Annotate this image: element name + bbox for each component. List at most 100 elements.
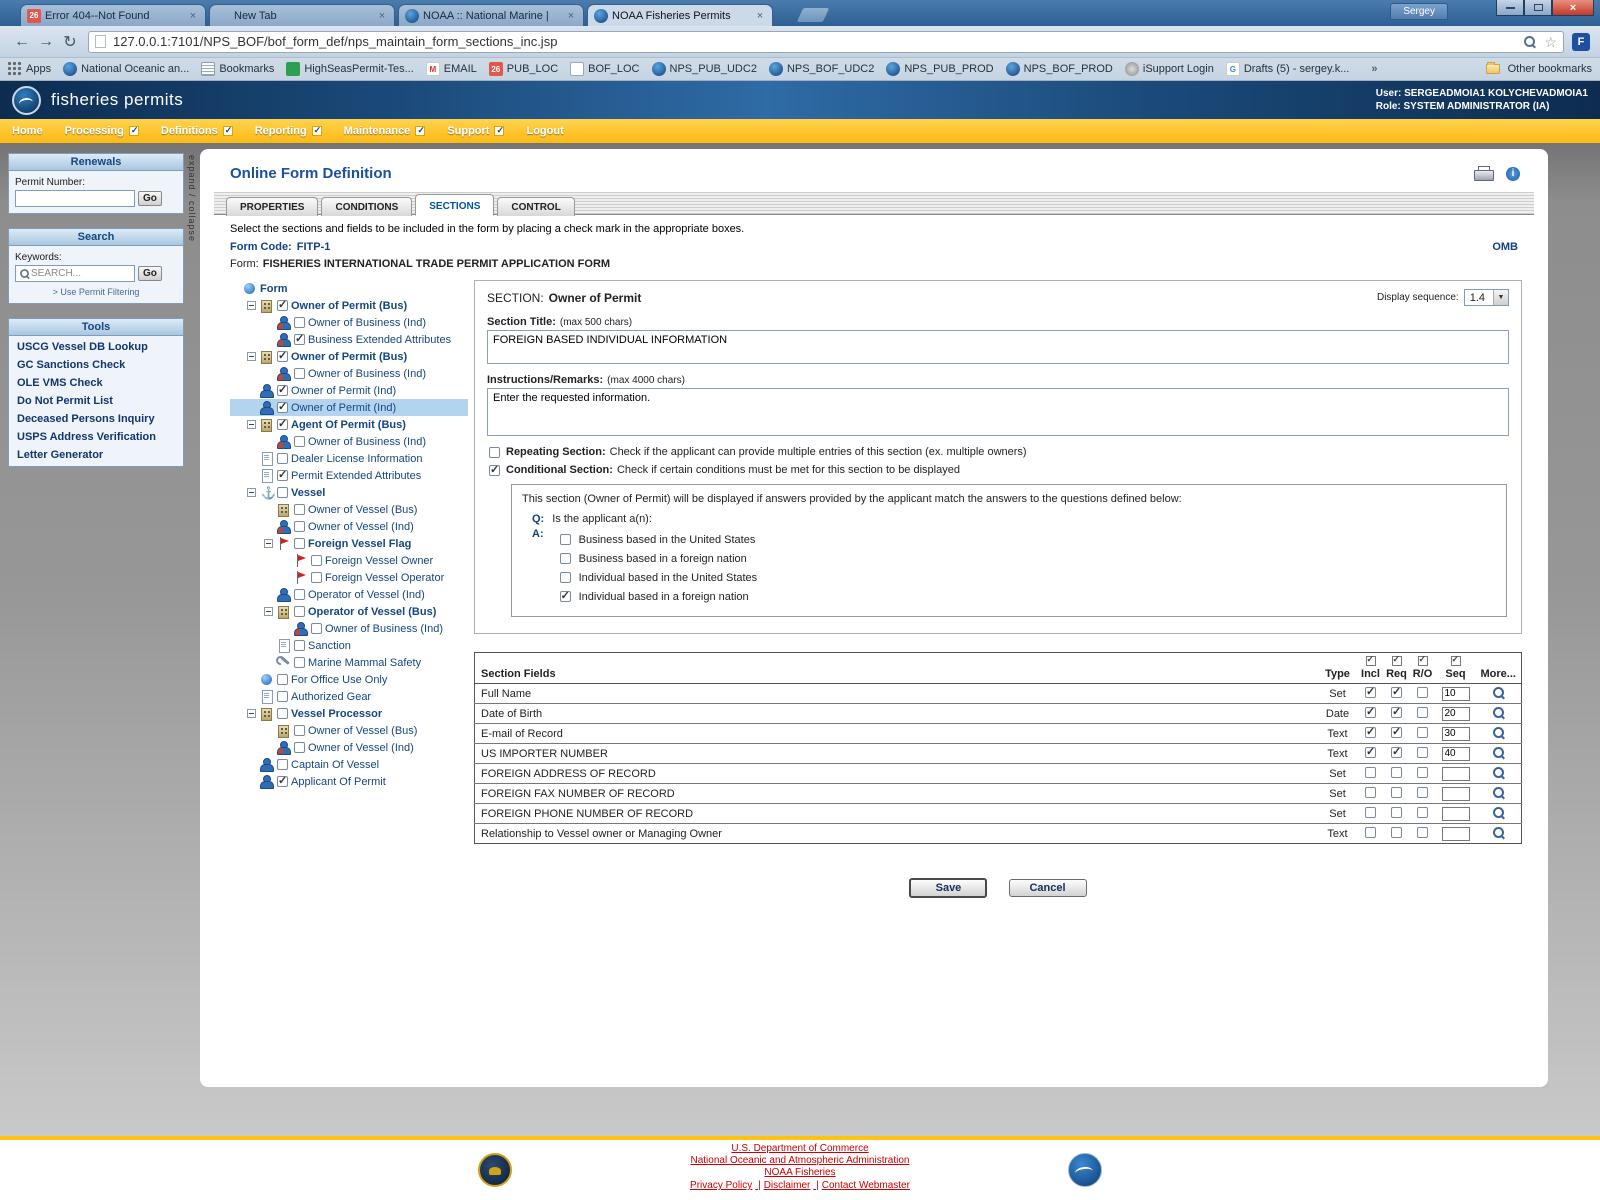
tree-expander-icon[interactable] xyxy=(247,709,256,718)
tree-item-checkbox[interactable] xyxy=(294,725,305,736)
field-seq-input[interactable] xyxy=(1442,707,1470,721)
tree-item-checkbox[interactable] xyxy=(277,674,288,685)
browser-profile-button[interactable]: Sergey xyxy=(1390,3,1448,20)
answer-checkbox[interactable] xyxy=(560,591,571,602)
tree-item[interactable]: Sanction xyxy=(230,637,468,654)
field-ro-checkbox[interactable] xyxy=(1417,707,1428,718)
bookmark-item[interactable]: NPS_BOF_PROD xyxy=(1006,62,1113,76)
tree-item-checkbox[interactable] xyxy=(294,368,305,379)
field-details-icon[interactable] xyxy=(1492,826,1505,839)
tree-item[interactable]: For Office Use Only xyxy=(230,671,468,688)
tree-item[interactable]: Vessel Processor xyxy=(230,705,468,722)
field-details-icon[interactable] xyxy=(1492,786,1505,799)
tree-item[interactable]: Owner of Business (Ind) xyxy=(230,433,468,450)
tree-item-checkbox[interactable] xyxy=(294,640,305,651)
tab-close-icon[interactable] xyxy=(754,10,766,22)
tree-item-checkbox[interactable] xyxy=(294,606,305,617)
tree-item-checkbox[interactable] xyxy=(294,742,305,753)
tree-item[interactable]: Owner of Permit (Bus) xyxy=(230,297,468,314)
form-tab[interactable]: CONDITIONS xyxy=(321,197,412,216)
field-seq-input[interactable] xyxy=(1442,747,1470,761)
field-incl-checkbox[interactable] xyxy=(1365,747,1376,758)
bookmark-item[interactable]: 26 PUB_LOC xyxy=(489,62,558,76)
tool-link[interactable]: USPS Address Verification xyxy=(9,428,183,446)
field-ro-checkbox[interactable] xyxy=(1417,767,1428,778)
tree-item-checkbox[interactable] xyxy=(277,300,288,311)
keywords-search-box[interactable] xyxy=(15,265,135,282)
answer-checkbox[interactable] xyxy=(560,534,571,545)
search-icon[interactable] xyxy=(1523,35,1536,48)
forward-icon[interactable]: → xyxy=(34,33,58,51)
tree-item-checkbox[interactable] xyxy=(277,776,288,787)
footer-link[interactable]: Contact Webmaster xyxy=(822,1180,910,1192)
field-seq-input[interactable] xyxy=(1442,727,1470,741)
footer-link[interactable]: Privacy Policy xyxy=(690,1180,764,1192)
field-req-checkbox[interactable] xyxy=(1391,827,1402,838)
renewals-go-button[interactable]: Go xyxy=(138,191,162,206)
footer-link[interactable]: National Oceanic and Atmospheric Adminis… xyxy=(0,1155,1600,1167)
tree-item-checkbox[interactable] xyxy=(277,351,288,362)
field-req-checkbox[interactable] xyxy=(1391,807,1402,818)
tree-expander-icon[interactable] xyxy=(247,352,256,361)
footer-link[interactable]: U.S. Department of Commerce xyxy=(0,1143,1600,1155)
tree-expander-icon[interactable] xyxy=(247,301,256,310)
tree-item[interactable]: Owner of Permit (Ind) xyxy=(230,399,468,416)
answer-checkbox[interactable] xyxy=(560,553,571,564)
field-incl-checkbox[interactable] xyxy=(1365,827,1376,838)
keywords-input[interactable] xyxy=(31,268,121,279)
tree-item-checkbox[interactable] xyxy=(277,402,288,413)
repeating-section-checkbox[interactable] xyxy=(489,447,500,458)
browser-tab[interactable]: New Tab xyxy=(209,4,395,26)
footer-link[interactable]: Disclaimer xyxy=(764,1180,822,1192)
tree-item-checkbox[interactable] xyxy=(294,317,305,328)
field-seq-input[interactable] xyxy=(1442,807,1470,821)
tree-expander-icon[interactable] xyxy=(264,539,273,548)
tree-item[interactable]: Operator of Vessel (Bus) xyxy=(230,603,468,620)
field-details-icon[interactable] xyxy=(1492,686,1505,699)
tool-link[interactable]: Letter Generator xyxy=(9,446,183,464)
info-icon[interactable] xyxy=(1506,167,1520,181)
bookmark-item[interactable]: BOF_LOC xyxy=(570,62,639,76)
tool-link[interactable]: Do Not Permit List xyxy=(9,392,183,410)
instructions-textarea[interactable]: Enter the requested information. xyxy=(487,388,1509,436)
tree-item[interactable]: Owner of Vessel (Bus) xyxy=(230,722,468,739)
field-incl-checkbox[interactable] xyxy=(1365,707,1376,718)
nav-item[interactable]: Definitions xyxy=(157,125,251,137)
field-ro-checkbox[interactable] xyxy=(1417,827,1428,838)
form-tab[interactable]: SECTIONS xyxy=(415,194,494,216)
tree-item-checkbox[interactable] xyxy=(294,334,305,345)
tree-item[interactable]: Marine Mammal Safety xyxy=(230,654,468,671)
tree-item[interactable]: Owner of Vessel (Bus) xyxy=(230,501,468,518)
permit-filtering-link[interactable]: > Use Permit Filtering xyxy=(15,287,177,297)
window-minimize-button[interactable] xyxy=(1496,0,1524,16)
field-req-checkbox[interactable] xyxy=(1391,767,1402,778)
tree-item[interactable]: Vessel xyxy=(230,484,468,501)
tree-item[interactable]: Foreign Vessel Owner xyxy=(230,552,468,569)
nav-item[interactable]: Processing xyxy=(61,125,157,137)
tree-item[interactable]: Captain Of Vessel xyxy=(230,756,468,773)
browser-tab[interactable]: 26 Error 404--Not Found xyxy=(20,4,206,26)
req-toggle-all-icon[interactable] xyxy=(1392,656,1402,666)
nav-item[interactable]: Home xyxy=(8,125,61,137)
tree-expander-icon[interactable] xyxy=(264,607,273,616)
address-bar[interactable]: 127.0.0.1:7101/NPS_BOF/bof_form_def/nps_… xyxy=(88,31,1564,53)
tree-item[interactable]: Business Extended Attributes xyxy=(230,331,468,348)
window-maximize-button[interactable] xyxy=(1524,0,1552,16)
bookmark-item[interactable]: NPS_PUB_PROD xyxy=(886,62,993,76)
back-icon[interactable]: ← xyxy=(10,33,34,51)
tree-item[interactable]: Foreign Vessel Flag xyxy=(230,535,468,552)
field-details-icon[interactable] xyxy=(1492,706,1505,719)
other-bookmarks-button[interactable]: Other bookmarks xyxy=(1486,63,1592,75)
cancel-button[interactable]: Cancel xyxy=(1009,879,1087,897)
tab-close-icon[interactable] xyxy=(376,10,388,22)
field-ro-checkbox[interactable] xyxy=(1417,747,1428,758)
tree-item-checkbox[interactable] xyxy=(311,555,322,566)
nav-item[interactable]: Reporting xyxy=(251,125,340,137)
tree-item-checkbox[interactable] xyxy=(311,572,322,583)
bookmark-item[interactable]: Bookmarks xyxy=(201,62,274,76)
bookmark-star-icon[interactable] xyxy=(1544,35,1557,49)
field-req-checkbox[interactable] xyxy=(1391,727,1402,738)
omb-link[interactable]: OMB xyxy=(1492,241,1518,253)
field-incl-checkbox[interactable] xyxy=(1365,807,1376,818)
tree-item[interactable]: Operator of Vessel (Ind) xyxy=(230,586,468,603)
